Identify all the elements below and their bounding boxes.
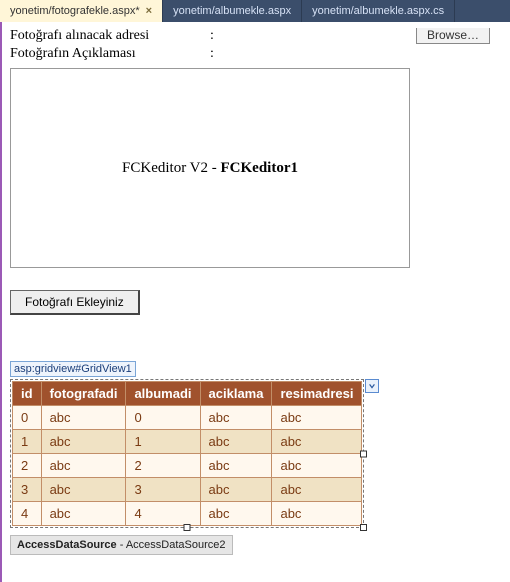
table-row: 0abc0abcabc <box>13 406 362 430</box>
table-cell: abc <box>272 430 362 454</box>
table-row: 2abc2abcabc <box>13 454 362 478</box>
table-cell: abc <box>200 478 272 502</box>
label-address: Fotoğrafı alınacak adresi <box>10 28 210 44</box>
table-cell: abc <box>41 454 126 478</box>
resize-handle-corner[interactable] <box>360 524 367 531</box>
fck-text: FCKeditor V2 - FCKeditor1 <box>122 160 298 177</box>
table-cell: abc <box>200 502 272 526</box>
tab-label: yonetim/albumekle.aspx <box>173 5 291 17</box>
colon: : <box>210 46 230 62</box>
resize-handle-right[interactable] <box>360 450 367 457</box>
table-cell: abc <box>41 502 126 526</box>
close-icon[interactable]: × <box>146 5 152 17</box>
tab-bar: yonetim/fotografekle.aspx* × yonetim/alb… <box>0 0 510 22</box>
row-address: Fotoğrafı alınacak adresi : Browse… <box>10 28 502 44</box>
smart-tag-icon[interactable] <box>365 379 379 393</box>
table-cell: 4 <box>13 502 42 526</box>
table-row: 1abc1abcabc <box>13 430 362 454</box>
fckeditor-placeholder[interactable]: FCKeditor V2 - FCKeditor1 <box>10 68 410 268</box>
datasource-sep: - <box>117 539 126 551</box>
fck-name: FCKeditor1 <box>221 160 298 176</box>
browse-button[interactable]: Browse… <box>416 28 490 44</box>
col-fotografadi: fotografadi <box>41 382 126 406</box>
table-cell: abc <box>272 406 362 430</box>
table-cell: abc <box>200 406 272 430</box>
tab-albumekle-cs[interactable]: yonetim/albumekle.aspx.cs <box>302 0 455 22</box>
add-photo-button[interactable]: Fotoğrafı Ekleyiniz <box>10 290 140 315</box>
col-albumadi: albumadi <box>126 382 200 406</box>
control-tag[interactable]: asp:gridview#GridView1 <box>10 361 136 377</box>
tab-label: yonetim/albumekle.aspx.cs <box>312 5 444 17</box>
gridview: id fotografadi albumadi aciklama resimad… <box>12 381 362 526</box>
col-resimadresi: resimadresi <box>272 382 362 406</box>
table-cell: abc <box>200 454 272 478</box>
designer-surface[interactable]: Fotoğrafı alınacak adresi : Browse… Foto… <box>0 22 510 582</box>
table-cell: abc <box>272 454 362 478</box>
gridview-selection[interactable]: id fotografadi albumadi aciklama resimad… <box>10 379 364 528</box>
datasource-label[interactable]: AccessDataSource - AccessDataSource2 <box>10 535 233 555</box>
col-aciklama: aciklama <box>200 382 272 406</box>
colon: : <box>210 28 230 44</box>
table-cell: abc <box>272 502 362 526</box>
table-cell: 3 <box>13 478 42 502</box>
table-cell: 2 <box>126 454 200 478</box>
table-row: 4abc4abcabc <box>13 502 362 526</box>
table-cell: abc <box>41 406 126 430</box>
resize-handle-bottom[interactable] <box>184 524 191 531</box>
table-cell: 1 <box>13 430 42 454</box>
datasource-type: AccessDataSource <box>17 539 117 551</box>
datasource-name: AccessDataSource2 <box>126 539 226 551</box>
table-row: 3abc3abcabc <box>13 478 362 502</box>
fck-prefix: FCKeditor V2 - <box>122 160 220 176</box>
tab-albumekle[interactable]: yonetim/albumekle.aspx <box>163 0 302 22</box>
tab-label: yonetim/fotografekle.aspx* <box>10 5 140 17</box>
col-id: id <box>13 382 42 406</box>
table-cell: 0 <box>126 406 200 430</box>
row-description: Fotoğrafın Açıklaması : <box>10 46 502 62</box>
table-cell: 1 <box>126 430 200 454</box>
table-cell: 0 <box>13 406 42 430</box>
table-cell: abc <box>41 478 126 502</box>
table-header-row: id fotografadi albumadi aciklama resimad… <box>13 382 362 406</box>
tab-fotografekle[interactable]: yonetim/fotografekle.aspx* × <box>0 0 163 22</box>
table-cell: 2 <box>13 454 42 478</box>
table-cell: abc <box>272 478 362 502</box>
label-description: Fotoğrafın Açıklaması <box>10 46 210 62</box>
table-cell: abc <box>200 430 272 454</box>
table-cell: 3 <box>126 478 200 502</box>
table-cell: 4 <box>126 502 200 526</box>
table-cell: abc <box>41 430 126 454</box>
